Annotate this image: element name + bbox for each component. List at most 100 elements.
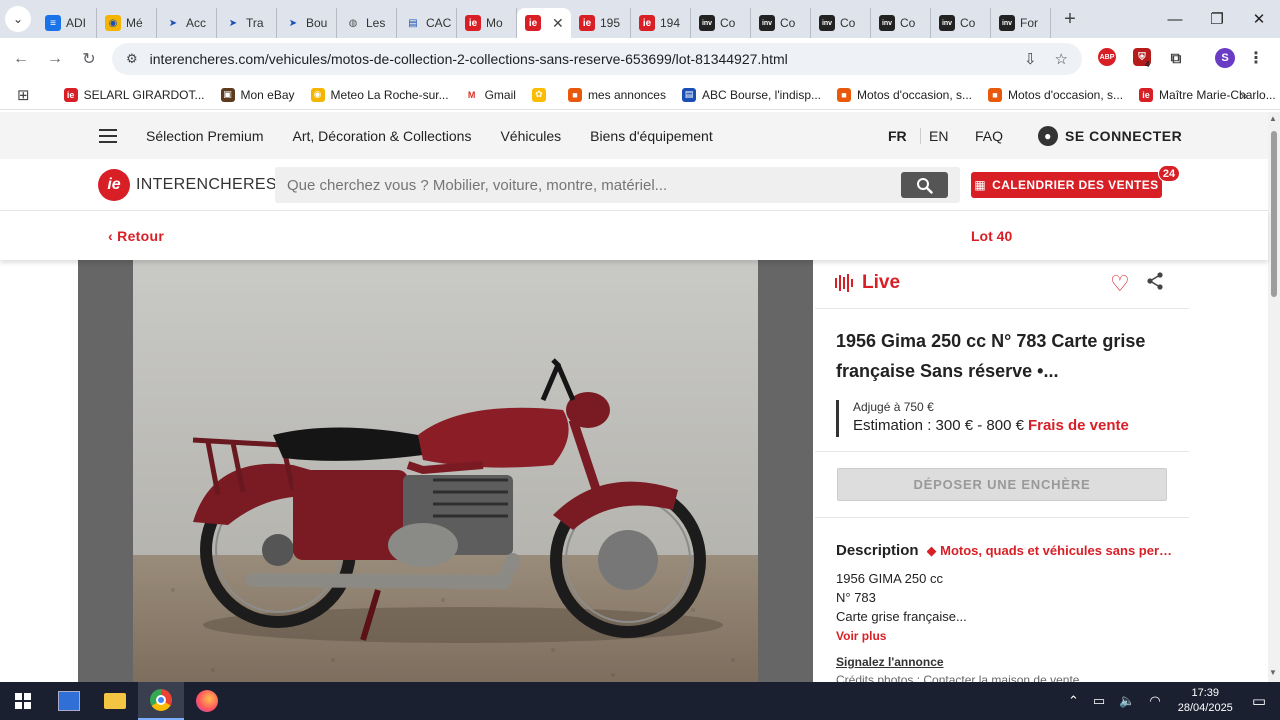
browser-tab[interactable]: inv For: [991, 8, 1051, 38]
tab-active[interactable]: ie ✕: [517, 8, 571, 38]
window-controls: — ❐ ✕: [1154, 0, 1280, 38]
tab-favicon-icon: inv: [999, 15, 1015, 31]
tray-chevron-icon[interactable]: ⌃: [1068, 693, 1079, 709]
browser-tab[interactable]: ≡ ADI: [37, 8, 97, 38]
favorite-heart-icon[interactable]: ♡: [1110, 271, 1130, 297]
bookmark-item[interactable]: ■ Motos d'occasion, s...: [988, 87, 1123, 102]
install-app-icon[interactable]: ⇩: [1024, 50, 1037, 68]
browser-tab[interactable]: ie 195: [571, 8, 631, 38]
back-link[interactable]: ‹ Retour: [108, 228, 164, 244]
bookmark-item[interactable]: ■ Motos d'occasion, s...: [837, 87, 972, 102]
bookmark-item[interactable]: ■ mes annonces: [567, 87, 666, 102]
nav-art-decoration[interactable]: Art, Décoration & Collections: [293, 128, 472, 144]
bookmark-item[interactable]: ▣ Mon eBay: [220, 87, 295, 102]
apps-grid-icon[interactable]: ⊞: [17, 86, 30, 104]
search-input[interactable]: [275, 167, 960, 203]
tab-favicon-icon: inv: [699, 15, 715, 31]
calendar-label: CALENDRIER DES VENTES: [992, 178, 1159, 192]
restore-icon[interactable]: ❐: [1196, 0, 1238, 38]
calendar-icon: ▦: [974, 178, 987, 192]
lang-fr[interactable]: FR: [888, 128, 907, 144]
reload-icon[interactable]: ↻: [72, 49, 106, 69]
bookmark-item[interactable]: ◉ Meteo La Roche-sur...: [310, 87, 449, 102]
browser-tab[interactable]: ◉ Mé: [97, 8, 157, 38]
adblock-extension-icon[interactable]: ABP: [1098, 48, 1116, 66]
share-icon[interactable]: [1145, 271, 1165, 296]
firefox-icon[interactable]: [184, 682, 230, 720]
new-tab-button[interactable]: +: [1055, 8, 1085, 31]
estimate-text: Estimation : 300 € - 800 €: [853, 417, 1024, 434]
calendar-button[interactable]: ▦ CALENDRIER DES VENTES: [971, 172, 1162, 198]
chrome-taskbar-icon[interactable]: [138, 682, 184, 720]
tab-title: Bou: [306, 16, 328, 30]
hamburger-menu-icon[interactable]: [99, 128, 117, 143]
place-bid-button[interactable]: DÉPOSER UNE ENCHÈRE: [837, 468, 1167, 501]
bookmark-item[interactable]: ie Maître Marie-Charlo...: [1139, 87, 1276, 102]
browser-tab[interactable]: inv Co: [811, 8, 871, 38]
profile-avatar[interactable]: S: [1215, 48, 1235, 68]
bookmark-favicon-icon: ▤: [681, 87, 696, 102]
browser-tab[interactable]: ◍ Les: [337, 8, 397, 38]
browser-tab[interactable]: inv Co: [931, 8, 991, 38]
tab-close-icon[interactable]: ✕: [552, 15, 564, 32]
browser-tab[interactable]: ➤ Bou: [277, 8, 337, 38]
voir-plus-link[interactable]: Voir plus: [836, 629, 886, 643]
bookmark-favicon-icon: M: [464, 87, 479, 102]
extensions-puzzle-icon[interactable]: ⧉: [1166, 48, 1186, 68]
lot-header: ‹ Retour Lot 40: [0, 211, 1268, 260]
browser-tab[interactable]: inv Co: [751, 8, 811, 38]
browser-tab[interactable]: inv Co: [691, 8, 751, 38]
site-info-icon[interactable]: ⚙: [126, 51, 138, 67]
more-bookmarks-icon[interactable]: »: [1240, 87, 1248, 103]
wifi-icon[interactable]: ◠: [1149, 693, 1160, 709]
page-scrollbar[interactable]: ▲ ▼: [1268, 112, 1280, 682]
address-bar[interactable]: ⚙ interencheres.com/vehicules/motos-de-c…: [112, 43, 1082, 75]
tab-favicon-icon: inv: [879, 15, 895, 31]
nav-vehicules[interactable]: Véhicules: [500, 128, 561, 144]
tab-title: CAC: [426, 16, 452, 30]
faq-link[interactable]: FAQ: [975, 128, 1003, 144]
battery-icon[interactable]: ▭: [1093, 693, 1105, 709]
login-label: SE CONNECTER: [1065, 127, 1183, 144]
browser-tab[interactable]: ➤ Tra: [217, 8, 277, 38]
nav-selection-premium[interactable]: Sélection Premium: [146, 128, 264, 144]
file-explorer-icon[interactable]: [92, 682, 138, 720]
browser-tab[interactable]: ie Mo: [457, 8, 517, 38]
bookmark-star-icon[interactable]: ☆: [1055, 50, 1068, 68]
bookmark-item[interactable]: ▤ ABC Bourse, l'indisp...: [681, 87, 821, 102]
minimize-icon[interactable]: —: [1154, 0, 1196, 38]
windows-taskbar: ⌃ ▭ 🔈 ◠ 17:39 28/04/2025 ▭: [0, 682, 1280, 720]
scrollbar-thumb[interactable]: [1271, 131, 1277, 297]
back-arrow-icon[interactable]: ←: [4, 50, 38, 68]
lang-en[interactable]: EN: [920, 127, 948, 144]
login-button[interactable]: ● SE CONNECTER: [1038, 125, 1183, 146]
tab-list: ≡ ADI ◉ Mé ➤ Acc ➤ Tra ➤ Bou ◍ Les ▤ CAC ie Mo ie ✕ ie 195 i…: [37, 0, 1051, 38]
browser-tab-strip: ⌄ ≡ ADI ◉ Mé ➤ Acc ➤ Tra ➤ Bou ◍ Les ▤ CAC ie Mo ie ✕ ie 19…: [0, 0, 1280, 38]
nav-biens-equipement[interactable]: Biens d'équipement: [590, 128, 713, 144]
notifications-icon[interactable]: ▭: [1252, 692, 1266, 710]
volume-icon[interactable]: 🔈: [1119, 693, 1135, 709]
category-link[interactable]: ◆ Motos, quads et véhicules sans permis: [927, 543, 1176, 559]
lot-photo[interactable]: [133, 260, 758, 682]
scroll-up-icon[interactable]: ▲: [1269, 114, 1277, 123]
system-clock[interactable]: 17:39 28/04/2025: [1178, 686, 1233, 716]
browser-tab[interactable]: ➤ Acc: [157, 8, 217, 38]
bookmark-item[interactable]: ✿: [531, 87, 552, 102]
browser-tab[interactable]: ie 194: [631, 8, 691, 38]
close-window-icon[interactable]: ✕: [1238, 0, 1280, 38]
chrome-menu-icon[interactable]: ⋮: [1248, 48, 1264, 68]
scroll-down-icon[interactable]: ▼: [1269, 668, 1277, 677]
bookmark-item[interactable]: M Gmail: [464, 87, 516, 102]
search-button[interactable]: [901, 172, 948, 198]
browser-tab[interactable]: ▤ CAC: [397, 8, 457, 38]
browser-tab[interactable]: inv Co: [871, 8, 931, 38]
fees-link[interactable]: Frais de vente: [1028, 417, 1129, 434]
site-logo[interactable]: ie INTERENCHERES: [98, 169, 277, 201]
windows-start-icon[interactable]: [0, 682, 46, 720]
forward-arrow-icon[interactable]: →: [38, 50, 72, 68]
bookmark-item[interactable]: ie SELARL GIRARDOT...: [63, 87, 205, 102]
desktop-app-icon[interactable]: [46, 682, 92, 720]
tab-search-icon[interactable]: ⌄: [5, 6, 31, 32]
report-listing-link[interactable]: Signalez l'annonce: [836, 655, 944, 669]
tab-title: For: [1020, 16, 1038, 30]
